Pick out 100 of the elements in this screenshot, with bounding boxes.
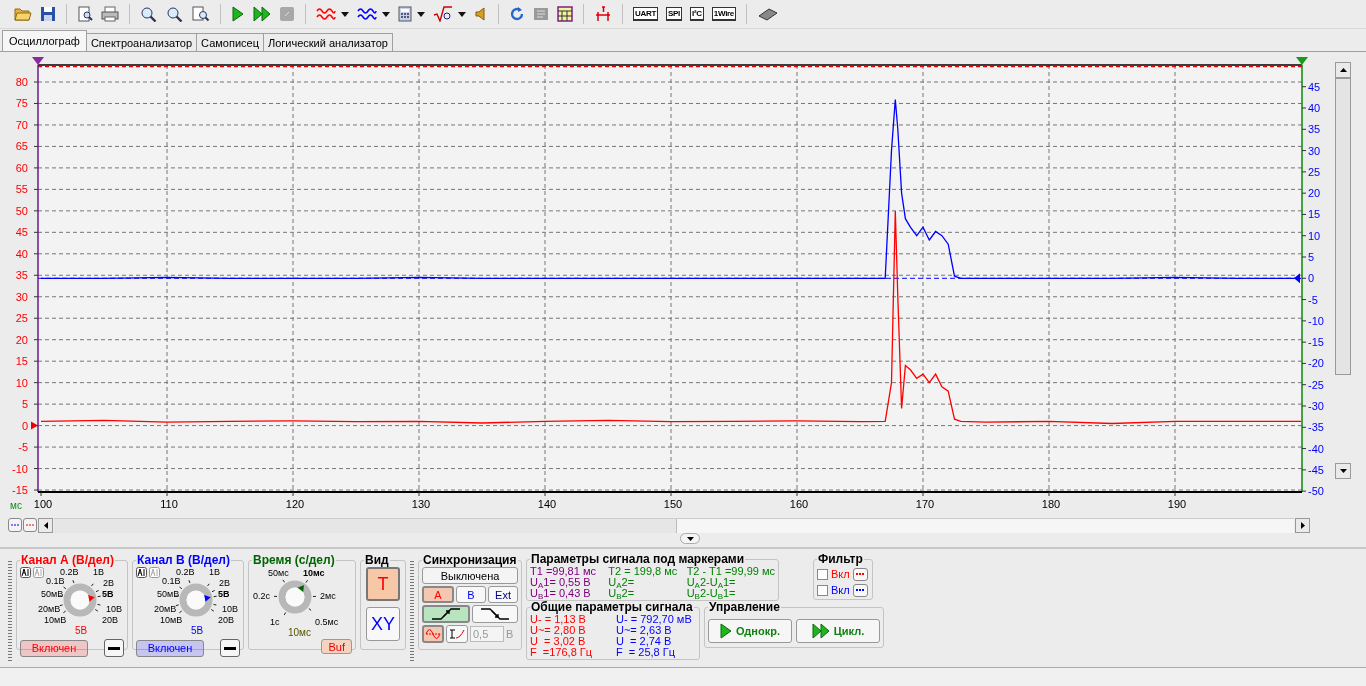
scale-label[interactable]: 0.5мс bbox=[315, 617, 339, 627]
dropdown-caret-icon[interactable] bbox=[382, 11, 390, 17]
expand-button[interactable] bbox=[680, 533, 700, 544]
zoom-page-icon[interactable] bbox=[192, 6, 210, 22]
parameter-text: U$_{A}$1= 0,55 В bbox=[530, 577, 592, 588]
scale-label[interactable]: 10В bbox=[106, 604, 122, 614]
source-button[interactable]: B bbox=[456, 586, 486, 603]
scale-label[interactable]: 1В bbox=[93, 567, 104, 577]
scale-label[interactable]: 1с bbox=[270, 617, 280, 627]
refresh-icon[interactable] bbox=[509, 6, 525, 22]
scale-label[interactable]: 0.1В bbox=[46, 576, 65, 586]
protocol-button[interactable]: 1Wire bbox=[711, 7, 736, 21]
scale-label[interactable]: 1В bbox=[209, 567, 220, 577]
scale-label[interactable]: 20В bbox=[102, 615, 118, 625]
dropdown-caret-icon[interactable] bbox=[458, 11, 466, 17]
run-button[interactable]: Однокр. bbox=[708, 619, 792, 643]
invert-button[interactable] bbox=[104, 639, 124, 657]
trigger-mode-button[interactable] bbox=[446, 625, 468, 643]
scroll-down-button[interactable] bbox=[1335, 463, 1351, 479]
parameter-text: U$_{B}$1= 0,43 В bbox=[530, 588, 592, 599]
up-arrow-icon bbox=[1339, 68, 1347, 72]
trace-style-button[interactable] bbox=[8, 518, 22, 532]
scale-label[interactable]: 0.1В bbox=[162, 576, 181, 586]
tab[interactable]: Самописец bbox=[196, 33, 264, 51]
chip-icon[interactable] bbox=[757, 6, 779, 22]
scale-label[interactable]: 0.2В bbox=[60, 567, 79, 577]
scale-label[interactable]: 20мВ bbox=[154, 604, 177, 614]
scale-label[interactable]: 10мс bbox=[303, 568, 325, 578]
protocol-button[interactable]: UART bbox=[633, 7, 659, 21]
cursor-marker-icon[interactable] bbox=[1296, 57, 1308, 65]
scale-label[interactable]: 0.2с bbox=[253, 591, 270, 601]
checkbox[interactable] bbox=[817, 584, 828, 596]
knob-value: 5В bbox=[191, 625, 204, 636]
scale-label[interactable]: 5В bbox=[102, 589, 114, 599]
scale-label[interactable]: 2В bbox=[103, 578, 114, 588]
panel-grip[interactable] bbox=[410, 561, 414, 661]
protocol-button[interactable]: I²C bbox=[690, 7, 704, 21]
dropdown-caret-icon[interactable] bbox=[341, 11, 349, 17]
waveform-icon[interactable] bbox=[357, 6, 377, 22]
parameter-text: T2 = 199,8 мс bbox=[608, 566, 679, 577]
parameter-text: U$_{A}$2= bbox=[608, 577, 635, 588]
table-icon[interactable] bbox=[557, 6, 573, 22]
marker-icon[interactable] bbox=[594, 6, 612, 22]
print-preview-icon[interactable] bbox=[77, 6, 93, 22]
filter-settings-button[interactable] bbox=[852, 567, 868, 581]
zero-marker-icon[interactable] bbox=[1294, 273, 1300, 284]
scroll-up-button[interactable] bbox=[1335, 62, 1351, 78]
knob-value: 10мс bbox=[288, 627, 311, 638]
panel-grip[interactable] bbox=[8, 561, 12, 661]
scale-label[interactable]: 0.2В bbox=[176, 567, 195, 577]
scale-label[interactable]: 10мВ bbox=[44, 615, 67, 625]
invert-button[interactable] bbox=[220, 639, 240, 657]
scale-label[interactable]: 10мВ bbox=[160, 615, 183, 625]
scale-label[interactable]: 2мс bbox=[320, 591, 336, 601]
speaker-icon[interactable] bbox=[474, 6, 488, 22]
scrollbar-thumb[interactable] bbox=[1335, 78, 1351, 375]
printer-icon[interactable] bbox=[101, 6, 119, 22]
axis-label: 15 bbox=[15, 355, 28, 368]
scale-label[interactable]: 50мВ bbox=[41, 589, 64, 599]
scroll-right-button[interactable] bbox=[1295, 517, 1310, 533]
waveform-icon[interactable] bbox=[316, 6, 336, 22]
dropdown-caret-icon[interactable] bbox=[417, 11, 425, 17]
tab[interactable]: Спектроанализатор bbox=[85, 33, 198, 51]
play-icon[interactable] bbox=[231, 6, 245, 22]
zoom-icon[interactable] bbox=[140, 6, 158, 22]
axis-label: -20 bbox=[1308, 357, 1324, 370]
tab[interactable]: Осциллограф bbox=[2, 30, 87, 51]
axis-label: -45 bbox=[1308, 463, 1324, 476]
zoom-icon[interactable] bbox=[166, 6, 184, 22]
protocol-button[interactable]: SPI bbox=[666, 7, 683, 21]
channel-on-button[interactable]: Включен bbox=[136, 639, 204, 657]
parameter-text: F =176,8 Гц bbox=[530, 647, 594, 658]
calculator-icon[interactable] bbox=[398, 6, 412, 22]
scale-label[interactable]: 20мВ bbox=[38, 604, 61, 614]
cursor-marker-icon[interactable] bbox=[32, 57, 44, 65]
down-arrow-icon bbox=[686, 536, 694, 541]
sync-mode-button[interactable]: Выключена bbox=[422, 567, 518, 584]
scale-label[interactable]: 10В bbox=[222, 604, 238, 614]
run-button[interactable]: Цикл. bbox=[796, 619, 880, 643]
edge-button[interactable] bbox=[472, 605, 518, 623]
folder-icon[interactable] bbox=[14, 6, 32, 22]
square-root-icon[interactable] bbox=[433, 6, 453, 22]
auto-scale-icon[interactable] bbox=[20, 567, 31, 578]
scale-label[interactable]: 20В bbox=[218, 615, 234, 625]
source-button[interactable]: Ext bbox=[488, 586, 518, 603]
filter-settings-button[interactable] bbox=[852, 583, 868, 597]
view-button[interactable]: XY bbox=[366, 607, 400, 641]
scale-label[interactable]: 5В bbox=[218, 589, 230, 599]
scroll-left-button[interactable] bbox=[38, 517, 53, 533]
scale-label[interactable]: 50мВ bbox=[157, 589, 180, 599]
checkbox[interactable] bbox=[817, 568, 828, 580]
scale-label[interactable]: 50мс bbox=[268, 568, 289, 578]
axis-label: 65 bbox=[15, 140, 28, 153]
scale-label[interactable]: 2В bbox=[219, 578, 230, 588]
scrollbar-thumb[interactable] bbox=[54, 518, 677, 533]
tab[interactable]: Логический анализатор bbox=[262, 33, 393, 51]
auto-scale-icon[interactable] bbox=[136, 567, 147, 578]
edge-button[interactable] bbox=[422, 605, 470, 623]
fast-forward-icon[interactable] bbox=[253, 6, 271, 22]
floppy-icon[interactable] bbox=[40, 6, 56, 22]
